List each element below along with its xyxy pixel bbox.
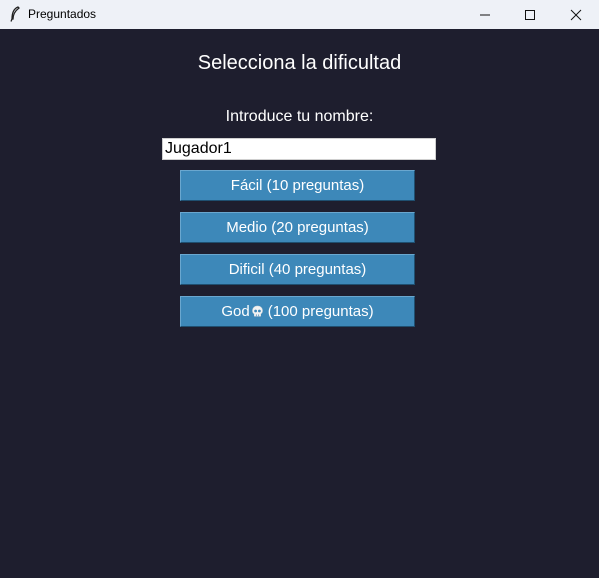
name-label: Introduce tu nombre: — [225, 108, 374, 125]
medium-button[interactable]: Medio (20 preguntas) — [180, 212, 415, 243]
close-icon — [570, 9, 582, 20]
main-panel: Selecciona la dificultad Introduce tu no… — [0, 29, 599, 578]
hard-button[interactable]: Dificil (40 preguntas) — [180, 254, 415, 285]
name-input[interactable] — [162, 138, 436, 160]
app-window: Preguntados Selecciona la dificultad Int… — [0, 0, 599, 578]
god-button[interactable]: God (100 preguntas) — [180, 296, 415, 327]
minimize-icon — [480, 14, 490, 15]
title-bar[interactable]: Preguntados — [0, 0, 599, 29]
feather-icon — [10, 6, 20, 22]
easy-button[interactable]: Fácil (10 preguntas) — [180, 170, 415, 201]
god-button-prefix: God — [221, 303, 250, 320]
god-button-suffix: (100 preguntas) — [267, 303, 374, 320]
maximize-icon — [525, 9, 535, 20]
close-button[interactable] — [553, 0, 599, 29]
maximize-button[interactable] — [507, 0, 553, 29]
minimize-button[interactable] — [462, 0, 508, 29]
skull-icon — [251, 305, 263, 317]
page-title: Selecciona la dificultad — [197, 52, 402, 74]
window-title: Preguntados — [28, 7, 97, 21]
